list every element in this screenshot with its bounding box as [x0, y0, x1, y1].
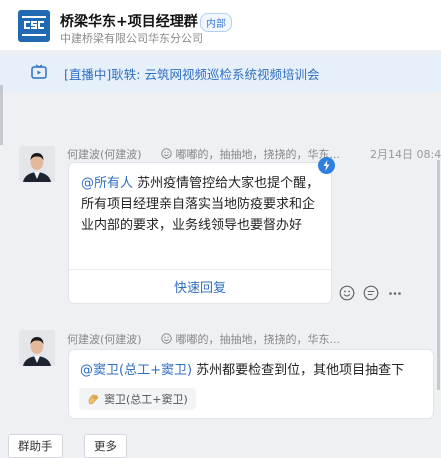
status-text: 嘟嘟的，抽抽地，挠挠的，华东...: [175, 148, 341, 161]
divider: [69, 269, 331, 270]
lightning-icon: [323, 160, 330, 171]
more-button[interactable]: 更多: [84, 434, 127, 458]
live-broadcast-text: [直播中]耿轶: 云筑网视频巡检系统视频培训会: [64, 67, 320, 82]
cscec-logo-icon: [22, 16, 46, 36]
group-logo[interactable]: [18, 10, 50, 42]
ding-badge[interactable]: [318, 157, 335, 174]
mention-all[interactable]: @所有人: [81, 176, 133, 191]
sender-status: 嘟嘟的，抽抽地，挠挠的，华东...: [161, 146, 340, 162]
emoji-reaction-icon[interactable]: [339, 285, 355, 301]
live-broadcast-bar[interactable]: [直播中]耿轶: 云筑网视频巡检系统视频培训会: [0, 55, 441, 91]
group-subtitle: 中建桥梁有限公司华东分公司: [60, 32, 203, 45]
reaction-chip[interactable]: 窦卫(总工+窦卫): [79, 388, 196, 410]
reply-comment-icon[interactable]: [363, 285, 379, 301]
smiley-status-icon: [161, 148, 172, 159]
smiley-status-icon: [161, 333, 172, 344]
sender-name[interactable]: 何建波(何建波): [67, 331, 142, 347]
message-body: 苏州都要检查到位，其他项目抽查下: [192, 363, 405, 378]
mention-user[interactable]: @窦卫(总工+窦卫): [80, 363, 192, 378]
right-scrollbar[interactable]: [437, 160, 440, 390]
group-title: 桥梁华东+项目经理群: [60, 14, 198, 30]
avatar[interactable]: [19, 330, 55, 366]
message-time: 2月14日 08:4: [370, 148, 441, 161]
reaction-user: 窦卫(总工+窦卫): [104, 393, 188, 406]
person-avatar-icon: [19, 146, 55, 182]
left-scrollbar[interactable]: [0, 85, 3, 145]
message-bubble[interactable]: @所有人 苏州疫情管控给大家也提个醒，所有项目经理亲自落实当地防疫要求和企业内部…: [68, 162, 332, 304]
person-avatar-icon: [19, 330, 55, 366]
sender-status: 嘟嘟的，抽抽地，挠挠的，华东...: [161, 331, 340, 347]
live-tv-icon: [31, 64, 47, 79]
more-options-icon[interactable]: [387, 285, 403, 301]
group-assistant-button[interactable]: 群助手: [8, 434, 63, 458]
quick-reply-button[interactable]: 快速回复: [69, 277, 331, 296]
status-text: 嘟嘟的，抽抽地，挠挠的，华东...: [175, 333, 341, 346]
more-label: 更多: [94, 439, 117, 453]
message-text: @窦卫(总工+窦卫) 苏州都要检查到位，其他项目抽查下: [80, 359, 404, 378]
chat-header: 桥梁华东+项目经理群 内部 中建桥梁有限公司华东分公司: [0, 0, 441, 50]
sender-name[interactable]: 何建波(何建波): [67, 146, 142, 162]
message-text: @所有人 苏州疫情管控给大家也提个醒，所有项目经理亲自落实当地防疫要求和企业内部…: [81, 173, 326, 236]
group-assistant-label: 群助手: [18, 439, 53, 453]
internal-tag: 内部: [200, 13, 232, 32]
avatar[interactable]: [19, 146, 55, 182]
message-bubble[interactable]: @窦卫(总工+窦卫) 苏州都要检查到位，其他项目抽查下 窦卫(总工+窦卫): [68, 349, 434, 419]
clapping-hands-icon: [88, 394, 99, 404]
